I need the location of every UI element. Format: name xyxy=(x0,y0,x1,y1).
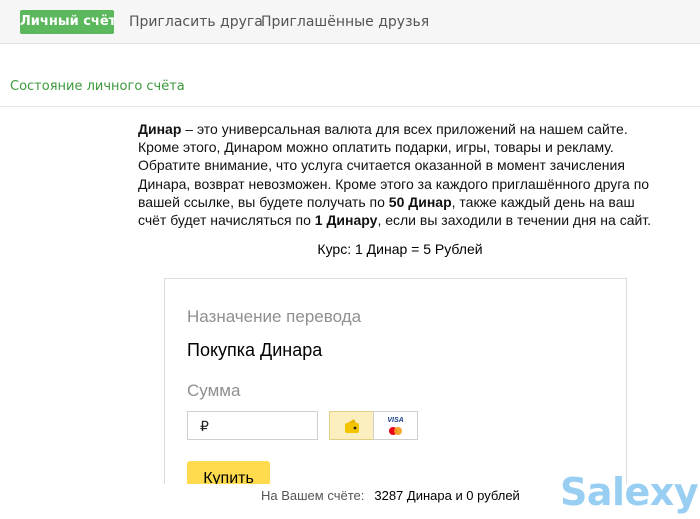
amount-input[interactable] xyxy=(187,411,318,440)
payment-form: Назначение перевода Покупка Динара Сумма… xyxy=(164,278,627,484)
purpose-label: Назначение перевода xyxy=(187,307,362,326)
desc-segment: 50 Динар xyxy=(388,193,452,210)
wallet-icon xyxy=(344,418,359,433)
bank-card-option[interactable]: VISA xyxy=(373,411,418,440)
section-title: Состояние личного счёта xyxy=(10,79,185,94)
buy-button[interactable]: Купить xyxy=(187,461,270,484)
account-balance: На Вашем счёте: 3287 Динара и 0 рублей xyxy=(261,488,520,503)
exchange-rate: Курс: 1 Динар = 5 Рублей xyxy=(317,241,483,257)
visa-logo: VISA xyxy=(387,416,404,424)
yandex-wallet-option[interactable] xyxy=(329,411,374,440)
tab-personal-account[interactable]: Личный счёт xyxy=(20,10,116,34)
purpose-value: Покупка Динара xyxy=(187,340,323,360)
mastercard-icon xyxy=(389,426,402,435)
amount-label: Сумма xyxy=(187,381,241,400)
tab-bar: Личный счёт Пригласить друга Приглашённы… xyxy=(0,0,700,44)
salexy-watermark: Salexy xyxy=(560,470,699,514)
tab-invited-friends[interactable]: Приглашённые друзья xyxy=(261,10,429,34)
balance-value: 3287 Динара и 0 рублей xyxy=(374,488,520,503)
balance-label: На Вашем счёте: xyxy=(261,488,365,503)
tab-invite-friend[interactable]: Пригласить друга xyxy=(129,10,263,34)
section-divider xyxy=(0,106,700,107)
desc-segment: Динар xyxy=(138,121,182,137)
desc-segment: , если вы заходили в течении дня на сайт… xyxy=(377,212,652,229)
description-text: Динар – это универсальная валюта для все… xyxy=(138,120,663,229)
desc-segment: 1 Динару xyxy=(314,212,378,229)
